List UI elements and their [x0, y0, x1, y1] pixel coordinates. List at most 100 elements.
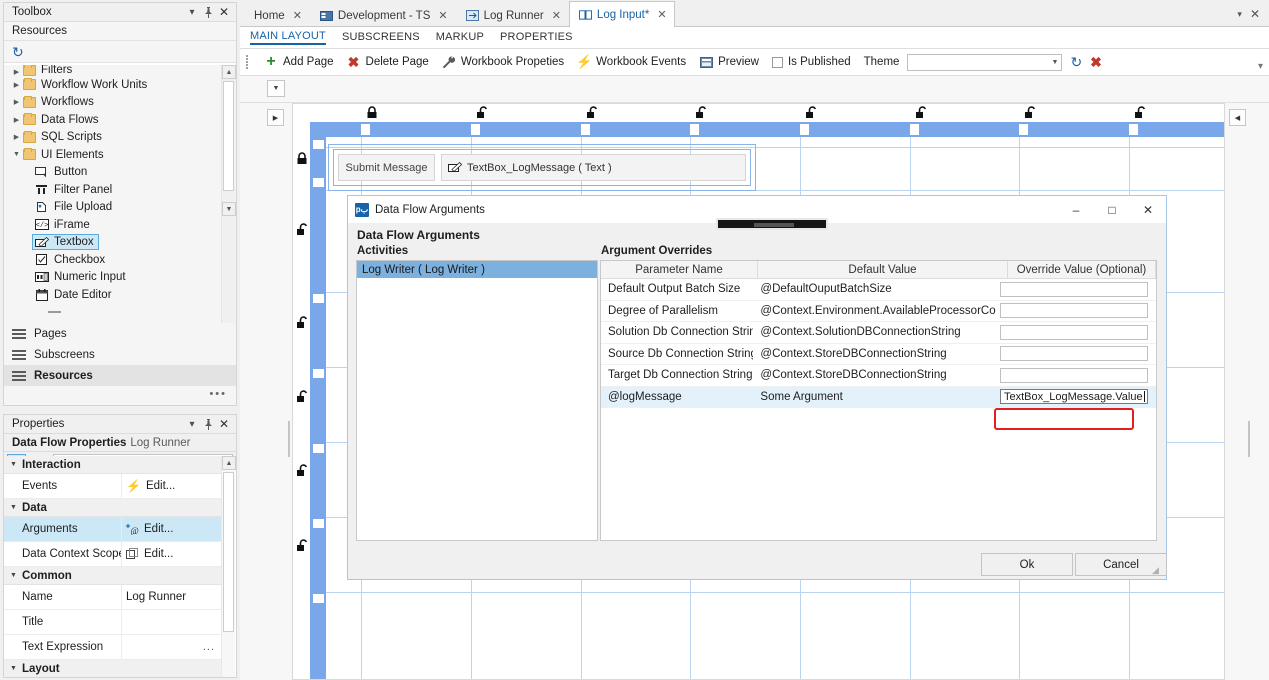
chevron-down-icon[interactable]: ▾: [184, 416, 200, 432]
property-category-data[interactable]: ▼ Data: [4, 499, 221, 517]
close-icon[interactable]: ✕: [552, 9, 561, 22]
lock-open-icon[interactable]: [586, 106, 598, 119]
maximize-icon[interactable]: □: [1094, 196, 1130, 223]
add-page-button[interactable]: + Add Page: [264, 54, 333, 70]
right-splitter[interactable]: [1246, 103, 1251, 680]
close-icon[interactable]: ✕: [216, 416, 232, 432]
tab-list-icon[interactable]: ▾: [1237, 9, 1242, 20]
lock-open-icon[interactable]: [1024, 106, 1036, 119]
tab-properties[interactable]: PROPERTIES: [500, 31, 573, 44]
lock-open-icon[interactable]: [805, 106, 817, 119]
toolbar-grip[interactable]: [246, 55, 250, 69]
chevron-down-icon[interactable]: ▼: [10, 151, 23, 158]
override-input[interactable]: [1000, 303, 1148, 319]
preview-button[interactable]: Preview: [699, 56, 759, 68]
override-input[interactable]: [1000, 367, 1148, 383]
table-row[interactable]: Target Db Connection String @Context.Sto…: [601, 365, 1156, 387]
row-resize-handle[interactable]: [313, 178, 324, 187]
cell-override-value[interactable]: [996, 346, 1156, 362]
tab-markup[interactable]: MARKUP: [436, 31, 484, 44]
property-value[interactable]: Log Runner: [121, 585, 221, 609]
tree-item-data-flows[interactable]: ▶ Data Flows: [4, 111, 221, 129]
property-row-arguments[interactable]: Arguments @ Edit...: [4, 517, 221, 542]
list-item[interactable]: Log Writer ( Log Writer ): [357, 261, 597, 278]
lock-open-icon[interactable]: [296, 316, 308, 329]
tab-log-input[interactable]: Log Input* ✕: [568, 1, 675, 27]
activities-list[interactable]: Log Writer ( Log Writer ): [356, 260, 598, 541]
close-icon[interactable]: ✕: [293, 9, 302, 22]
property-value[interactable]: [121, 610, 221, 634]
table-row[interactable]: Default Output Batch Size @DefaultOuputB…: [601, 279, 1156, 301]
tree-item-file-upload[interactable]: File Upload: [4, 199, 221, 217]
row-resize-handle[interactable]: [313, 444, 324, 453]
lock-open-icon[interactable]: [695, 106, 707, 119]
tree-item-button[interactable]: Button: [4, 164, 221, 182]
column-header-override-value[interactable]: Override Value (Optional): [1008, 261, 1156, 278]
scroll-thumb[interactable]: [223, 472, 234, 632]
chevron-right-icon[interactable]: ▶: [10, 68, 23, 76]
table-row[interactable]: Degree of Parallelism @Context.Environme…: [601, 301, 1156, 322]
cell-override-value[interactable]: [996, 367, 1156, 383]
lock-closed-icon[interactable]: [366, 106, 378, 119]
column-resize-handle[interactable]: [1129, 124, 1138, 135]
scroll-thumb[interactable]: [223, 81, 234, 191]
property-row-text-expression[interactable]: Text Expression ...: [4, 635, 221, 660]
tree-item-filter-panel[interactable]: Filter Panel: [4, 181, 221, 199]
tree-item-sql-scripts[interactable]: ▶ SQL Scripts: [4, 129, 221, 147]
lock-open-icon[interactable]: [296, 464, 308, 477]
ok-button[interactable]: Ok: [981, 553, 1073, 576]
pin-icon[interactable]: [200, 416, 216, 432]
tree-item-iframe[interactable]: </> iFrame: [4, 216, 221, 234]
tree-item-checkbox[interactable]: Checkbox: [4, 251, 221, 269]
cell-override-value[interactable]: [996, 303, 1156, 319]
override-input[interactable]: [1000, 346, 1148, 362]
property-value[interactable]: ⚡ Edit...: [121, 474, 221, 498]
sidebar-item-pages[interactable]: Pages: [4, 323, 236, 344]
dialog-resize-grip[interactable]: ◢: [1152, 565, 1164, 577]
tab-home[interactable]: Home ✕: [244, 3, 310, 27]
tab-development-ts[interactable]: Development - TS ✕: [310, 3, 456, 27]
chevron-right-icon[interactable]: ▶: [10, 81, 23, 89]
table-row[interactable]: Source Db Connection String @Context.Sto…: [601, 344, 1156, 365]
property-category-layout[interactable]: ▼ Layout: [4, 660, 221, 677]
lock-open-icon[interactable]: [296, 539, 308, 552]
column-selector-bar[interactable]: [310, 122, 1224, 137]
override-input[interactable]: [1000, 324, 1148, 340]
chevron-right-icon[interactable]: ▶: [10, 98, 23, 106]
scroll-down-button[interactable]: ▼: [222, 202, 236, 216]
row-selector-bar[interactable]: [310, 122, 326, 679]
lock-open-icon[interactable]: [915, 106, 927, 119]
override-input[interactable]: [1000, 281, 1148, 297]
property-category-interaction[interactable]: ▼ Interaction: [4, 456, 221, 474]
tab-subscreens[interactable]: SUBSCREENS: [342, 31, 420, 44]
close-icon[interactable]: ✕: [216, 4, 232, 20]
column-resize-handle[interactable]: [800, 124, 809, 135]
chevron-down-icon[interactable]: ▼: [10, 504, 17, 511]
tree-item-numeric-input[interactable]: Numeric Input: [4, 269, 221, 287]
left-panel-expander[interactable]: ▶: [267, 109, 284, 126]
close-icon[interactable]: ✕: [1130, 196, 1166, 223]
chevron-right-icon[interactable]: ▶: [10, 133, 23, 141]
tree-item-filters[interactable]: ▶ Filters: [4, 65, 221, 76]
override-input-logmessage[interactable]: TextBox_LogMessage.Value: [1000, 389, 1148, 405]
tree-item-ui-elements[interactable]: ▼ UI Elements: [4, 146, 221, 164]
chevron-down-icon[interactable]: ▼: [10, 461, 17, 468]
table-row[interactable]: Solution Db Connection String @Context.S…: [601, 322, 1156, 344]
refresh-icon[interactable]: ↻: [12, 45, 24, 59]
row-resize-handle[interactable]: [313, 519, 324, 528]
property-value[interactable]: ...: [121, 635, 221, 659]
scroll-up-button[interactable]: ▲: [222, 456, 236, 470]
cell-override-value[interactable]: [996, 281, 1156, 297]
designer-dropdown-button[interactable]: ▼: [267, 80, 285, 97]
close-icon[interactable]: ✕: [657, 8, 666, 21]
overflow-icon[interactable]: ▾: [1258, 61, 1263, 72]
cell-override-value[interactable]: TextBox_LogMessage.Value: [996, 389, 1156, 405]
tab-log-runner[interactable]: Log Runner ✕: [456, 3, 569, 27]
refresh-icon[interactable]: ↻: [1070, 55, 1082, 69]
lock-open-icon[interactable]: [296, 390, 308, 403]
chevron-down-icon[interactable]: ▼: [10, 665, 17, 672]
property-row-events[interactable]: Events ⚡ Edit...: [4, 474, 221, 499]
column-resize-handle[interactable]: [361, 124, 370, 135]
property-row-name[interactable]: Name Log Runner: [4, 585, 221, 610]
table-row[interactable]: @logMessage Some Argument TextBox_LogMes…: [601, 386, 1156, 408]
